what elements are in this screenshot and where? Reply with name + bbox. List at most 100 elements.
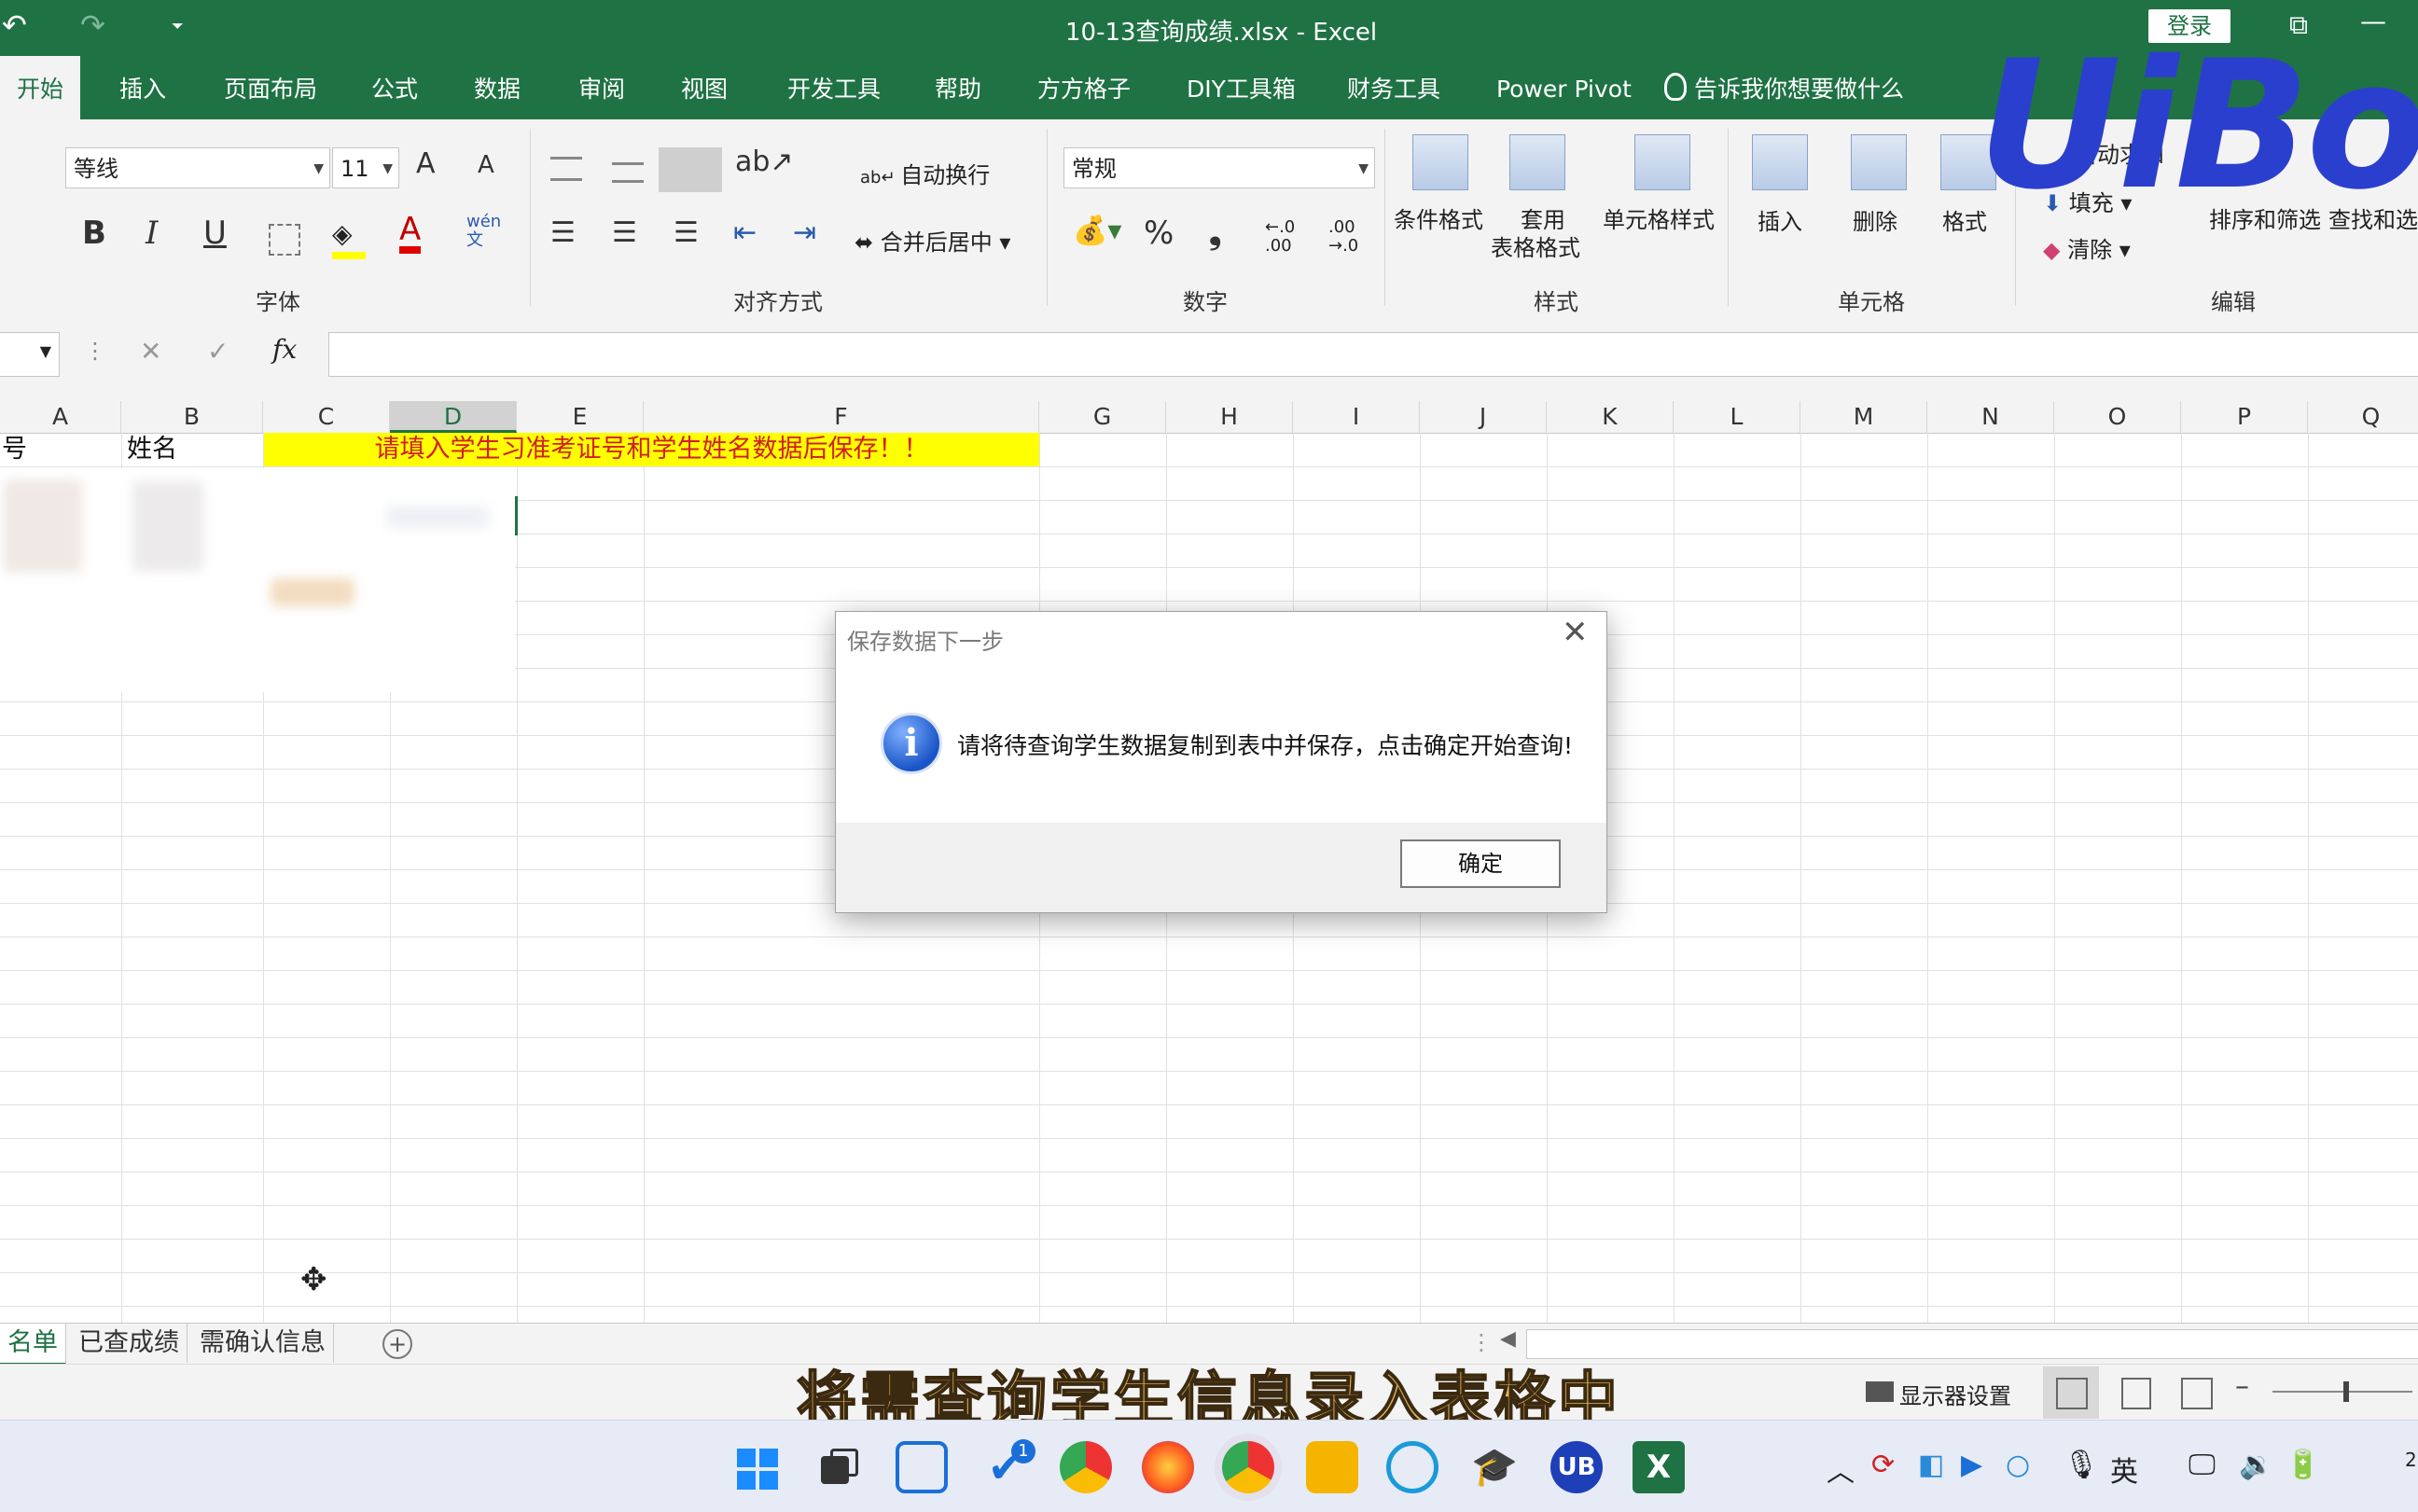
app-tray-icon[interactable]: ◧ <box>1918 1449 1944 1481</box>
comma-button[interactable]: ❟ <box>1209 215 1221 252</box>
graduation-cap-icon[interactable]: 🎓 <box>1468 1441 1521 1493</box>
cancel-entry-icon[interactable]: ✕ <box>140 336 161 367</box>
microphone-icon[interactable]: 🎙 <box>2064 1449 2099 1481</box>
decrease-decimal-button[interactable]: .00 →.0 <box>1328 218 1358 256</box>
cell-styles-button[interactable]: 单元格样式 <box>1603 201 1715 234</box>
align-left-icon[interactable]: ☰ <box>550 216 576 249</box>
column-header-n[interactable]: N <box>1927 401 2054 433</box>
column-header-f[interactable]: F <box>644 401 1039 433</box>
widgets-icon[interactable] <box>896 1441 948 1493</box>
excel-icon[interactable]: X <box>1633 1441 1685 1493</box>
chrome-icon[interactable] <box>1060 1441 1112 1493</box>
app-tray-icon-2[interactable]: ▶ <box>1961 1449 1982 1481</box>
tab-page-layout[interactable]: 页面布局 <box>207 56 334 119</box>
align-bottom-icon[interactable] <box>659 147 722 192</box>
align-center-icon[interactable]: ☰ <box>612 216 637 249</box>
column-header-i[interactable]: I <box>1293 401 1420 433</box>
grow-font-button[interactable]: A <box>416 147 436 180</box>
feedback-icon[interactable] <box>1386 1441 1438 1493</box>
accounting-format-icon[interactable]: 💰▾ <box>1073 215 1121 247</box>
ok-button[interactable]: 确定 <box>1400 839 1561 888</box>
column-header-a[interactable]: A <box>0 401 121 433</box>
clear-button[interactable]: ◆ 清除 ▾ <box>2043 231 2131 264</box>
network-icon[interactable]: 🖵 <box>2189 1449 2216 1481</box>
underline-button[interactable]: U <box>203 215 227 252</box>
undo-icon[interactable]: ↶ <box>2 7 27 43</box>
scroll-left-icon[interactable]: ◀ <box>1500 1327 1516 1351</box>
file-explorer-icon[interactable] <box>1306 1441 1358 1493</box>
tab-insert[interactable]: 插入 <box>103 56 183 119</box>
increase-indent-icon[interactable]: ⇥ <box>793 216 816 249</box>
format-as-table-button-line2[interactable]: 表格格式 <box>1491 229 1580 262</box>
volume-icon[interactable]: 🔉 <box>2239 1449 2273 1481</box>
column-header-k[interactable]: K <box>1547 401 1674 433</box>
column-header-p[interactable]: P <box>2181 401 2308 433</box>
formula-input[interactable] <box>328 332 2418 377</box>
column-header-q[interactable]: Q <box>2308 401 2418 433</box>
column-header-d[interactable]: D <box>390 401 517 433</box>
cell-b1[interactable]: 姓名 <box>127 433 177 466</box>
font-name-combo[interactable]: 等线 ▼ <box>65 147 330 188</box>
start-icon[interactable] <box>731 1441 784 1493</box>
selected-cell-d3[interactable] <box>389 496 518 535</box>
tab-formulas[interactable]: 公式 <box>354 56 435 119</box>
tab-home[interactable]: 开始 <box>0 56 81 119</box>
font-size-combo[interactable]: 11 ▼ <box>332 147 399 188</box>
chrome-alt-icon[interactable] <box>1222 1441 1274 1493</box>
align-right-icon[interactable]: ☰ <box>674 216 699 249</box>
column-header-m[interactable]: M <box>1800 401 1927 433</box>
italic-button[interactable]: I <box>146 215 158 252</box>
redo-icon[interactable]: ↷ <box>80 7 105 43</box>
column-header-c[interactable]: C <box>263 401 390 433</box>
tab-finance-tools[interactable]: 财务工具 <box>1330 56 1457 119</box>
tab-review[interactable]: 审阅 <box>562 56 642 119</box>
percent-button[interactable]: % <box>1144 215 1174 252</box>
cell-a1[interactable]: 号 <box>2 433 27 466</box>
insert-cells-button[interactable]: 插入 <box>1758 203 1802 236</box>
font-color-button[interactable]: A <box>399 213 422 254</box>
increase-decimal-button[interactable]: ←.0 .00 <box>1265 218 1295 256</box>
delete-cells-button[interactable]: 删除 <box>1853 203 1897 236</box>
wrap-text-button[interactable]: ab↵ 自动换行 <box>860 157 990 189</box>
tab-power-pivot[interactable]: Power Pivot <box>1480 56 1648 119</box>
align-top-icon[interactable] <box>550 157 582 181</box>
column-header-o[interactable]: O <box>2054 401 2181 433</box>
orientation-icon[interactable]: ab↗ <box>735 146 794 178</box>
uibot-icon[interactable]: UB <box>1550 1441 1603 1493</box>
tab-help[interactable]: 帮助 <box>918 56 998 119</box>
tab-data[interactable]: 数据 <box>457 56 537 119</box>
fill-color-icon[interactable]: ◈ <box>332 218 366 259</box>
borders-icon[interactable] <box>269 224 300 256</box>
align-middle-icon[interactable] <box>612 162 644 183</box>
instruction-banner[interactable]: 请填入学生习准考证号和学生姓名数据后保存！！ <box>264 433 1039 466</box>
battery-icon[interactable]: 🔋 <box>2286 1449 2320 1481</box>
dialog-close-icon[interactable]: ✕ <box>1562 614 1589 651</box>
tab-view[interactable]: 视图 <box>664 56 744 119</box>
bold-button[interactable]: B <box>82 215 106 252</box>
column-header-j[interactable]: J <box>1420 401 1547 433</box>
confirm-entry-icon[interactable]: ✓ <box>207 336 229 367</box>
tab-fangfang[interactable]: 方方格子 <box>1021 56 1147 119</box>
chat-tray-icon[interactable]: ○ <box>2006 1449 2030 1481</box>
column-header-g[interactable]: G <box>1039 401 1166 433</box>
column-header-l[interactable]: L <box>1674 401 1800 433</box>
quick-access-dropdown-icon[interactable]: ⏷ <box>172 17 184 35</box>
column-header-b[interactable]: B <box>121 401 263 433</box>
shrink-font-button[interactable]: A <box>478 151 494 179</box>
merge-center-button[interactable]: ⬌ 合并后居中 ▾ <box>855 224 1010 257</box>
tray-overflow-icon[interactable]: ︿ <box>1827 1449 1855 1490</box>
tab-developer[interactable]: 开发工具 <box>771 56 897 119</box>
tab-diy-toolbox[interactable]: DIY工具箱 <box>1170 56 1313 119</box>
clock-date[interactable]: 2 <box>2405 1449 2417 1471</box>
conditional-format-button[interactable]: 条件格式 <box>1394 201 1483 234</box>
tell-me-search[interactable]: 告诉我你想要做什么 <box>1651 56 1921 119</box>
insert-function-icon[interactable]: fx <box>272 334 297 365</box>
column-header-h[interactable]: H <box>1166 401 1293 433</box>
task-view-icon[interactable] <box>812 1441 864 1493</box>
sync-icon[interactable]: ⟳ <box>1871 1449 1895 1481</box>
ime-indicator[interactable]: 英 <box>2110 1449 2138 1490</box>
number-format-combo[interactable]: 常规 ▼ <box>1063 147 1375 188</box>
name-box[interactable]: ▼ <box>0 332 60 377</box>
tab-split-handle[interactable]: ⋮ <box>1470 1329 1493 1355</box>
decrease-indent-icon[interactable]: ⇤ <box>733 216 757 249</box>
